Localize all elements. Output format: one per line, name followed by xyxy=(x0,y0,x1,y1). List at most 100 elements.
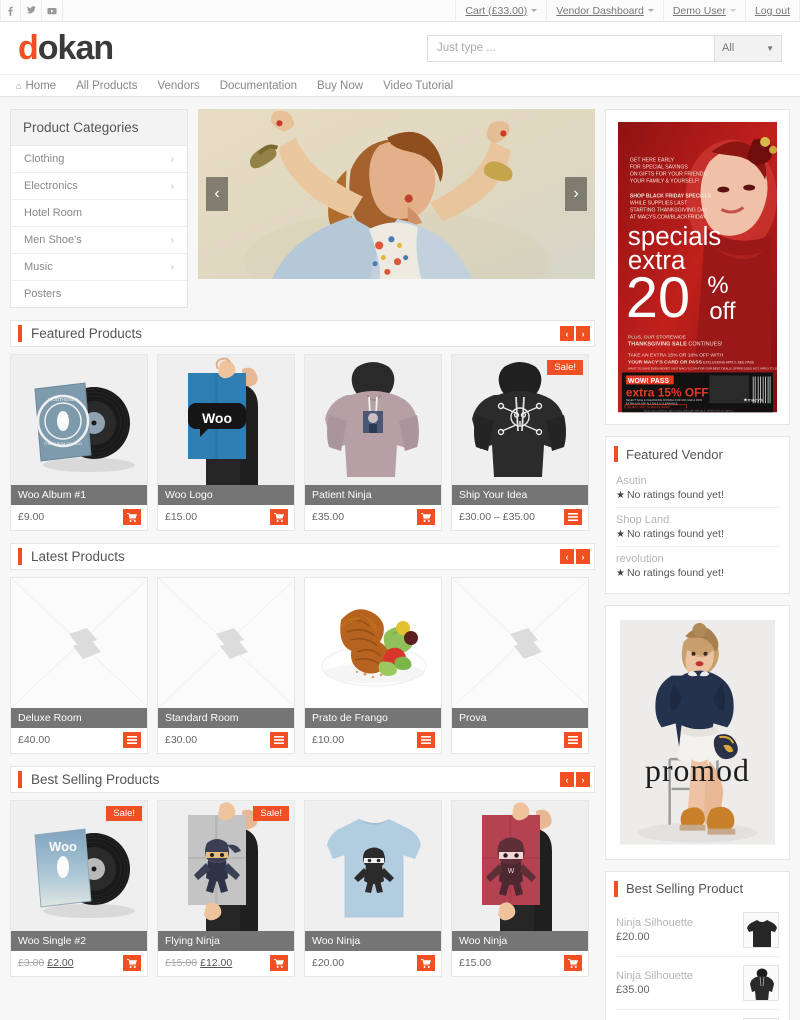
topnav-item-logout[interactable]: Log out xyxy=(744,0,800,21)
category-item-men-shoes[interactable]: Men Shoe's › xyxy=(11,227,187,254)
add-to-cart-button[interactable] xyxy=(417,509,435,525)
nav-item-vendors[interactable]: Vendors xyxy=(157,80,199,92)
search-input[interactable] xyxy=(427,34,714,62)
add-to-cart-button[interactable] xyxy=(123,955,141,971)
category-item-music[interactable]: Music › xyxy=(11,254,187,281)
category-item-clothing[interactable]: Clothing › xyxy=(11,146,187,173)
nav-item-documentation[interactable]: Documentation xyxy=(220,80,297,92)
topnav-item-vendor-dashboard[interactable]: Vendor Dashboard xyxy=(546,0,663,21)
product-price: £3.00 £2.00 xyxy=(18,957,74,969)
section-title: Featured Products xyxy=(31,326,143,341)
product-price: £20.00 xyxy=(312,957,345,969)
social-links xyxy=(0,0,63,21)
slider-prev-button[interactable]: ‹ xyxy=(206,177,228,211)
slider-next-button[interactable]: › xyxy=(565,177,587,211)
svg-text:YOUR FAMILY & YOURSELF!: YOUR FAMILY & YOURSELF! xyxy=(630,179,700,185)
sale-badge: Sale! xyxy=(547,360,583,375)
sidebar-ad-top[interactable]: GET HERE EARLY FOR SPECIAL SAVINGS ON GI… xyxy=(605,109,790,426)
product-card[interactable]: Sale! xyxy=(451,354,589,531)
product-title: Woo Ninja xyxy=(305,931,441,951)
top-bar: Cart (£33.00) Vendor Dashboard Demo User… xyxy=(0,0,800,22)
best-selling-item[interactable]: Ninja Silhouette £20.00 xyxy=(616,904,779,957)
chevron-down-icon xyxy=(729,9,736,12)
nav-item-all-products[interactable]: All Products xyxy=(76,80,137,92)
select-options-button[interactable] xyxy=(564,732,582,748)
select-options-button[interactable] xyxy=(564,509,582,525)
category-item-hotel-room[interactable]: Hotel Room xyxy=(11,200,187,227)
svg-text:W: W xyxy=(508,868,515,875)
carousel-prev-button[interactable]: ‹ xyxy=(560,326,574,341)
best-selling-item[interactable]: Ninja Silhouette £35.00 xyxy=(616,957,779,1010)
vendor-name: revolution xyxy=(616,553,664,566)
select-options-button[interactable] xyxy=(417,732,435,748)
best-selling-item-name: Ninja Silhouette xyxy=(616,916,694,929)
vendor-item[interactable]: Shop Land ★ No ratings found yet! xyxy=(616,508,779,548)
add-to-cart-button[interactable] xyxy=(564,955,582,971)
product-footer xyxy=(452,728,588,753)
topnav-item-demo-user[interactable]: Demo User xyxy=(662,0,745,21)
twitter-icon[interactable] xyxy=(21,0,42,21)
cart-icon xyxy=(274,512,284,522)
nav-item-home[interactable]: ⌂ Home xyxy=(16,80,56,92)
product-sale-price: £2.00 xyxy=(47,957,74,969)
product-card[interactable]: Deluxe Room £40.00 xyxy=(10,577,148,754)
youtube-icon[interactable] xyxy=(42,0,63,21)
select-options-button[interactable] xyxy=(123,732,141,748)
cart-icon xyxy=(127,512,137,522)
svg-text:PLUS, OUR STOREWIDE: PLUS, OUR STOREWIDE xyxy=(628,335,687,341)
hero-slider[interactable]: ‹ › xyxy=(198,109,595,279)
product-card[interactable]: Prova xyxy=(451,577,589,754)
product-price: £15.00 xyxy=(459,957,492,969)
chevron-down-icon xyxy=(531,9,538,12)
home-icon: ⌂ xyxy=(16,80,22,91)
vendor-item[interactable]: Asutin ★ No ratings found yet! xyxy=(616,469,779,509)
section-title: Latest Products xyxy=(31,549,125,564)
add-to-cart-button[interactable] xyxy=(417,955,435,971)
product-card[interactable]: Woo Woo Logo £15.00 xyxy=(157,354,295,531)
best-selling-product-widget: Best Selling Product Ninja Silhouette £2… xyxy=(605,870,790,1020)
svg-text:%: % xyxy=(707,272,728,299)
product-card[interactable]: W Woo Ninja £15.00 xyxy=(451,800,589,977)
product-card[interactable]: Sale! Woo Woo Single #2 £3.00 £2.00 xyxy=(10,800,148,977)
carousel-next-button[interactable]: › xyxy=(576,326,590,341)
product-categories-widget: Product Categories Clothing › Electronics… xyxy=(10,109,188,308)
cart-icon xyxy=(127,958,137,968)
carousel-prev-button[interactable]: ‹ xyxy=(560,772,574,787)
category-item-electronics[interactable]: Electronics › xyxy=(11,173,187,200)
hero-row: Product Categories Clothing › Electronics… xyxy=(10,109,595,308)
category-item-posters[interactable]: Posters xyxy=(11,281,187,307)
product-price: £35.00 xyxy=(312,511,345,523)
search-category-select[interactable]: All ▼ xyxy=(714,34,782,62)
product-card[interactable]: Prato de Frango £10.00 xyxy=(304,577,442,754)
svg-text:off: off xyxy=(709,298,735,325)
add-to-cart-button[interactable] xyxy=(270,955,288,971)
product-card[interactable]: WOOTHEMES THE ALBUM OF WOO Woo Album #1 … xyxy=(10,354,148,531)
product-card[interactable]: Woo Ninja £20.00 xyxy=(304,800,442,977)
chevron-down-icon xyxy=(647,9,654,12)
carousel-next-button[interactable]: › xyxy=(576,549,590,564)
site-logo[interactable]: dokan xyxy=(18,31,114,65)
carousel-prev-button[interactable]: ‹ xyxy=(560,549,574,564)
vendor-rating: ★ No ratings found yet! xyxy=(616,567,779,579)
nav-item-buy-now[interactable]: Buy Now xyxy=(317,80,363,92)
product-card[interactable]: Standard Room £30.00 xyxy=(157,577,295,754)
product-footer: £40.00 xyxy=(11,728,147,753)
nav-item-video-tutorial[interactable]: Video Tutorial xyxy=(383,80,453,92)
vendor-rating: ★ No ratings found yet! xyxy=(616,489,779,501)
carousel-next-button[interactable]: › xyxy=(576,772,590,787)
best-selling-item[interactable]: Woo Logo xyxy=(616,1010,779,1020)
vendor-item[interactable]: revolution ★ No ratings found yet! xyxy=(616,547,779,585)
topnav-item-cart[interactable]: Cart (£33.00) xyxy=(455,0,546,21)
add-to-cart-button[interactable] xyxy=(270,509,288,525)
tshirt-blue-image xyxy=(305,801,441,931)
add-to-cart-button[interactable] xyxy=(123,509,141,525)
sidebar-ad-bottom[interactable]: promod xyxy=(605,605,790,860)
product-grid-latest: Deluxe Room £40.00 Standard Room £30.00 … xyxy=(10,577,595,754)
topnav-label: Cart (£33.00) xyxy=(465,4,528,17)
select-options-button[interactable] xyxy=(270,732,288,748)
section-header-latest-products: Latest Products ‹ › xyxy=(10,543,595,570)
chevron-down-icon: ▼ xyxy=(766,43,774,53)
product-card[interactable]: Sale! xyxy=(157,800,295,977)
product-card[interactable]: Patient Ninja £35.00 xyxy=(304,354,442,531)
facebook-icon[interactable] xyxy=(0,0,21,21)
